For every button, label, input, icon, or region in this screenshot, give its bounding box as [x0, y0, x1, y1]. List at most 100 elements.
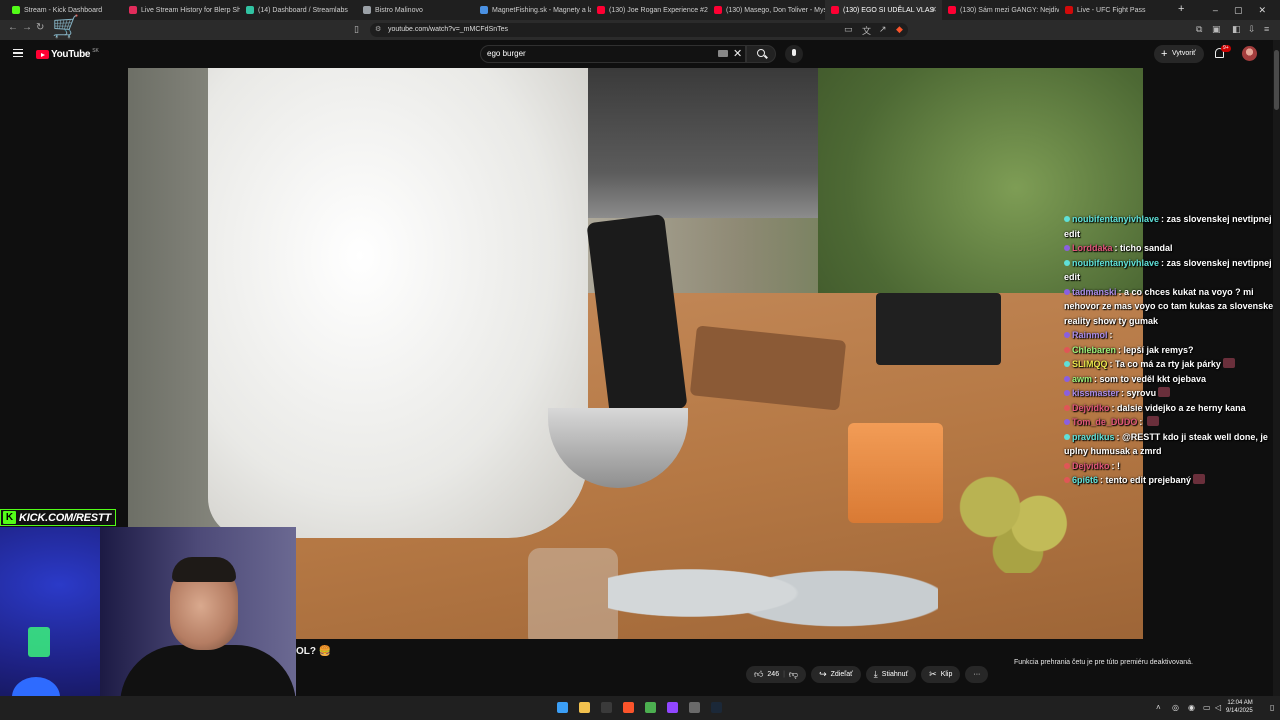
browser-tab[interactable]: (130) Joe Rogan Experience #2374: [591, 0, 708, 20]
clip-button[interactable]: ✂ Klip: [921, 666, 961, 683]
translate-icon[interactable]: 文: [862, 24, 871, 37]
windows-start-icon[interactable]: [557, 702, 568, 713]
account-avatar[interactable]: [1242, 46, 1257, 61]
tab-label: (130) Masego, Don Toliver - Mystery: [726, 6, 825, 14]
download-arrow-icon: ⤓: [873, 669, 878, 679]
browser-tab[interactable]: (130) EGO SI UDĚLAL VLAS ✕: [825, 0, 942, 20]
share-icon: ↪: [819, 669, 827, 679]
chat-message: awm: som to veděl kkt ojebava: [1064, 372, 1276, 387]
tab-label: (130) Joe Rogan Experience #2374: [609, 6, 708, 14]
tab-label: MagnetFishing.sk - Magnety a lano: [492, 6, 591, 14]
network-icon[interactable]: ▭: [1203, 703, 1211, 712]
chat-username: pravdikus: [1072, 431, 1115, 442]
webcam-hair: [172, 557, 236, 582]
close-tab-icon[interactable]: ✕: [930, 5, 937, 14]
browser-tab[interactable]: Live Stream History for Blerp Share: [123, 0, 240, 20]
tab-favicon-icon: [246, 6, 254, 14]
volume-icon[interactable]: ◁: [1215, 703, 1221, 712]
chat-username: Lorddaka: [1072, 243, 1113, 253]
extensions-icon[interactable]: ⧉: [1196, 24, 1202, 35]
chat-username: noubifentanyivhlave: [1072, 257, 1160, 268]
window-controls: – ▢ ✕: [1213, 0, 1280, 20]
forward-icon[interactable]: →: [22, 22, 32, 33]
like-count[interactable]: 246: [767, 671, 779, 678]
chat-text: syrovu: [1126, 388, 1157, 398]
tray-app-icon[interactable]: ◎: [1172, 703, 1179, 712]
chat-badge-icon: [1064, 390, 1070, 396]
scrollbar-thumb[interactable]: [1274, 50, 1279, 110]
tray-extra-icon[interactable]: ◉: [1188, 703, 1195, 712]
terminal-icon[interactable]: [601, 702, 612, 713]
maximize-button[interactable]: ▢: [1234, 5, 1243, 16]
file-explorer-icon[interactable]: [579, 702, 590, 713]
chat-text: lepší jak remys?: [1123, 344, 1194, 355]
browser-tab[interactable]: Bistro Malinovo: [357, 0, 474, 20]
wallet-icon[interactable]: ▣: [1212, 24, 1221, 35]
tab-favicon-icon: [363, 6, 371, 14]
keyboard-icon[interactable]: [718, 50, 728, 57]
close-window-button[interactable]: ✕: [1258, 5, 1266, 16]
chat-badge-icon: [1064, 288, 1070, 295]
search-button[interactable]: [746, 45, 776, 63]
chat-text: tento edit prejebaný: [1105, 475, 1192, 485]
plus-icon: +: [1161, 48, 1168, 60]
notification-center-icon[interactable]: ▯: [1270, 703, 1274, 712]
chat-badge-icon: [1064, 346, 1070, 353]
new-tab-button[interactable]: +: [1178, 3, 1184, 15]
youtube-logo[interactable]: YouTube SK: [36, 48, 99, 60]
brave-icon[interactable]: [623, 702, 634, 713]
chat-emote-icon: [1158, 387, 1171, 397]
dislike-icon[interactable]: 👎︎: [789, 669, 798, 680]
minimize-button[interactable]: –: [1213, 5, 1218, 15]
video-title: OL? 🍔: [296, 646, 332, 657]
brave-shield-icon[interactable]: ◆: [896, 24, 903, 35]
browser-tab[interactable]: (130) Sám mezi GANGY: Nejdivočej: [942, 0, 1059, 20]
chat-message: Dejvidko: !: [1064, 459, 1276, 474]
chrome-icon[interactable]: [645, 702, 656, 713]
browser-tab[interactable]: MagnetFishing.sk - Magnety a lano: [474, 0, 591, 20]
like-icon[interactable]: 👍︎: [754, 669, 763, 680]
tray-overflow-icon[interactable]: ˄: [1156, 703, 1161, 712]
menu-icon[interactable]: ≡: [1264, 24, 1269, 34]
more-actions-button[interactable]: ···: [965, 666, 989, 683]
download-button[interactable]: ⤓ Stiahnuť: [865, 666, 917, 683]
cart-overlay-icon: 🛒: [52, 14, 80, 39]
create-button[interactable]: + Vytvoriť: [1154, 45, 1204, 63]
video-cheese: [848, 423, 943, 523]
browser-tab[interactable]: (130) Masego, Don Toliver - Mystery: [708, 0, 825, 20]
taskbar-clock[interactable]: 12:04 AM 9/14/2025: [1226, 699, 1253, 715]
browser-tab[interactable]: Live - UFC Fight Pass: [1059, 0, 1176, 20]
back-icon[interactable]: ←: [8, 22, 18, 33]
reload-icon[interactable]: ↻: [36, 22, 44, 33]
browser-tab-strip: Stream - Kick Dashboard Live Stream Histo…: [0, 0, 1280, 20]
bookmark-icon[interactable]: ▯: [354, 24, 359, 35]
chat-separator: :: [1109, 330, 1113, 340]
chat-badge-icon: [1064, 433, 1070, 440]
chat-message: 6pi6t6: tento edit prejebaný: [1064, 473, 1276, 488]
clear-search-icon[interactable]: ✕: [733, 47, 742, 60]
share-page-icon[interactable]: ↗: [879, 24, 887, 35]
tab-favicon-icon: [597, 6, 605, 14]
windows-taskbar: [0, 696, 1280, 720]
chat-message: pravdikus: @RESTT kdo ji steak well done…: [1064, 430, 1276, 459]
page-scrollbar[interactable]: [1273, 40, 1280, 696]
cast-icon[interactable]: ▭: [844, 24, 853, 35]
chat-message: SLIMQQ: Ta co má za rty jak párky: [1064, 357, 1276, 372]
chat-replay-disabled-notice: Funkcia prehrania četu je pre túto premi…: [1014, 659, 1193, 666]
browser-tab[interactable]: (14) Dashboard / Streamlabs: [240, 0, 357, 20]
chat-username: awm: [1072, 373, 1093, 384]
download-icon[interactable]: ⇩: [1248, 24, 1256, 35]
chat-badge-icon: [1064, 477, 1070, 483]
site-info-icon[interactable]: ⚙: [375, 26, 383, 34]
sidebar-toggle-icon[interactable]: ◧: [1232, 24, 1241, 35]
twitch-icon[interactable]: [667, 702, 678, 713]
obs-icon[interactable]: [689, 702, 700, 713]
share-button[interactable]: ↪ Zdieľať: [811, 666, 861, 683]
guide-menu-icon[interactable]: [13, 49, 23, 57]
url-field[interactable]: ⚙ youtube.com/watch?v=_mMCFdSnTes: [370, 23, 908, 37]
steam-icon[interactable]: [711, 702, 722, 713]
voice-search-button[interactable]: [785, 45, 803, 63]
search-input[interactable]: ego burger: [480, 45, 746, 63]
webcam-green-light: [28, 627, 50, 657]
url-text: youtube.com/watch?v=_mMCFdSnTes: [388, 26, 509, 33]
